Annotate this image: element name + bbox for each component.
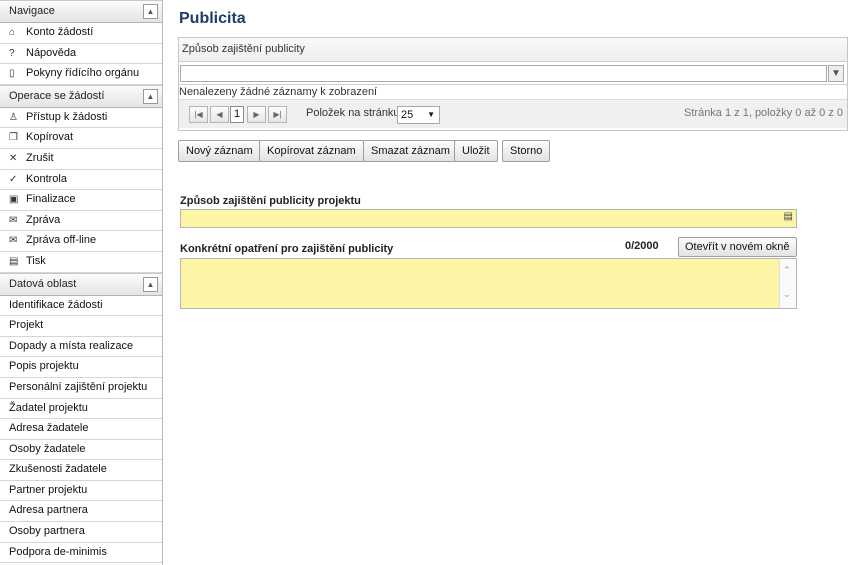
mail-icon: ✉ xyxy=(9,214,18,226)
nav-item-label: Zpráva off-line xyxy=(26,234,97,247)
nav-item-zprava[interactable]: ✉ Zpráva xyxy=(0,211,162,232)
nav-item-label: Finalizace xyxy=(26,193,76,206)
copy-record-button[interactable]: Kopírovat záznam xyxy=(259,140,364,162)
section-title: Operace se žádostí xyxy=(9,89,105,102)
nav-item-konto[interactable]: ⌂ Konto žádostí xyxy=(0,23,162,44)
section-header-operace[interactable]: Operace se žádostí ▲ xyxy=(0,84,162,108)
section-title: Navigace xyxy=(9,5,55,17)
collapse-icon[interactable]: ▲ xyxy=(143,276,158,292)
nav-item-label: Zpráva xyxy=(26,213,61,226)
method-label: Způsob zajištění publicity projektu xyxy=(180,195,361,207)
char-counter: 0/2000 xyxy=(625,240,659,252)
dropdown-arrow-icon: ▼ xyxy=(427,110,435,119)
nav-item-zrusit[interactable]: ✕ Zrušit xyxy=(0,149,162,170)
nav-item-label: Konto žádostí xyxy=(26,26,94,38)
nav-item-osoby-zadatele[interactable]: Osoby žadatele xyxy=(0,440,162,461)
nav-item-popis[interactable]: Popis projektu xyxy=(0,357,162,378)
copy-icon: ❐ xyxy=(9,132,18,144)
nav-item-label: Kopírovat xyxy=(26,131,74,144)
nav-item-tisk[interactable]: ▤ Tisk xyxy=(0,252,162,273)
textarea-scrollbar[interactable]: ⌃ ⌄ xyxy=(779,259,796,308)
next-page-icon[interactable]: ▶ xyxy=(247,106,266,123)
print-icon: ▤ xyxy=(9,255,19,267)
page-size-value: 25 xyxy=(401,109,414,121)
open-new-window-button[interactable]: Otevřít v novém okně xyxy=(678,237,797,257)
nav-item-label: Tisk xyxy=(26,254,46,267)
nav-item-projekt[interactable]: Projekt xyxy=(0,316,162,337)
nav-item-personalni[interactable]: Personální zajištění projektu xyxy=(0,378,162,399)
delete-record-button[interactable]: Smazat záznam xyxy=(363,140,458,162)
filter-input[interactable] xyxy=(180,65,827,82)
empty-message: Nenalezeny žádné záznamy k zobrazení xyxy=(179,86,378,98)
section-title: Datová oblast xyxy=(9,277,77,290)
measures-label: Konkrétní opatření pro zajištění publici… xyxy=(180,243,394,255)
nav-item-finalizace[interactable]: ▣ Finalizace xyxy=(0,190,162,211)
page-size-label: Položek na stránku xyxy=(306,107,400,119)
book-icon: ▯ xyxy=(9,68,15,80)
nav-item-kontrola[interactable]: ✓ Kontrola xyxy=(0,170,162,191)
collapse-icon[interactable]: ▲ xyxy=(143,88,158,104)
section-header-navigace[interactable]: Navigace ▲ xyxy=(0,0,162,23)
cancel-button[interactable]: Storno xyxy=(502,140,551,162)
nav-item-zprava-offline[interactable]: ✉ Zpráva off-line xyxy=(0,231,162,252)
list-icon[interactable]: ▤ xyxy=(784,211,793,222)
nav-item-identifikace[interactable]: Identifikace žádosti xyxy=(0,296,162,317)
nav-item-dopady[interactable]: Dopady a místa realizace xyxy=(0,337,162,358)
measures-textarea[interactable]: ⌃ ⌄ xyxy=(180,258,797,309)
nav-item-pokyny[interactable]: ▯ Pokyny řídícího orgánu xyxy=(0,64,162,85)
new-record-button[interactable]: Nový záznam xyxy=(178,140,261,162)
nav-item-label: Přístup k žádosti xyxy=(26,110,108,123)
nav-item-osoby-partnera[interactable]: Osoby partnera xyxy=(0,522,162,543)
lock-icon: ▣ xyxy=(9,194,19,206)
home-icon: ⌂ xyxy=(9,27,16,38)
nav-item-kopirovat[interactable]: ❐ Kopírovat xyxy=(0,128,162,149)
pager-status: Stránka 1 z 1, položky 0 až 0 z 0 xyxy=(684,107,843,119)
user-icon: ♙ xyxy=(9,111,18,123)
page-title: Publicita xyxy=(179,10,246,27)
publicity-grid: Způsob zajištění publicity ▼ Nenalezeny … xyxy=(178,37,848,131)
grid-column-header[interactable]: Způsob zajištění publicity xyxy=(179,38,847,62)
help-icon: ? xyxy=(9,47,15,59)
nav-item-de-minimis[interactable]: Podpora de-minimis xyxy=(0,543,162,564)
scroll-up-icon[interactable]: ⌃ xyxy=(783,265,791,276)
page-size-select[interactable]: 25 ▼ xyxy=(397,106,440,124)
sidebar: Navigace ▲ ⌂ Konto žádostí ? Nápověda ▯ Pok… xyxy=(0,0,163,565)
method-select[interactable]: ▤ xyxy=(180,209,797,228)
section-header-datova-oblast[interactable]: Datová oblast ▲ xyxy=(0,272,162,296)
nav-item-adresa-partnera[interactable]: Adresa partnera xyxy=(0,501,162,523)
prev-page-icon[interactable]: ◀ xyxy=(210,106,229,123)
collapse-icon[interactable]: ▲ xyxy=(143,4,158,19)
nav-item-napoveda[interactable]: ? Nápověda xyxy=(0,44,162,65)
page-number-input[interactable]: 1 xyxy=(230,106,244,123)
nav-item-zadatel[interactable]: Žadatel projektu xyxy=(0,399,162,420)
filter-row: ▼ xyxy=(179,62,847,85)
nav-item-partner[interactable]: Partner projektu xyxy=(0,481,162,502)
mail-offline-icon: ✉ xyxy=(9,235,18,247)
last-page-icon[interactable]: ▶| xyxy=(268,106,287,123)
nav-item-pristup[interactable]: ♙ Přístup k žádosti xyxy=(0,108,162,129)
main-content: Publicita Způsob zajištění publicity ▼ N… xyxy=(163,0,852,565)
pager: |◀ ◀ 1 ▶ ▶| Položek na stránku 25 ▼ Strá… xyxy=(179,99,847,128)
nav-item-label: Zrušit xyxy=(26,151,54,164)
scroll-down-icon[interactable]: ⌄ xyxy=(783,289,791,300)
check-icon: ✓ xyxy=(9,173,18,185)
nav-item-label: Kontrola xyxy=(26,172,67,185)
nav-item-label: Pokyny řídícího orgánu xyxy=(26,67,140,80)
nav-item-adresa-zadatele[interactable]: Adresa žadatele xyxy=(0,419,162,440)
first-page-icon[interactable]: |◀ xyxy=(189,106,208,123)
nav-item-zkusenosti[interactable]: Zkušenosti žadatele xyxy=(0,460,162,481)
filter-icon[interactable]: ▼ xyxy=(828,65,844,82)
nav-item-label: Nápověda xyxy=(26,46,77,59)
save-button[interactable]: Uložit xyxy=(454,140,498,162)
cancel-icon: ✕ xyxy=(9,152,18,164)
